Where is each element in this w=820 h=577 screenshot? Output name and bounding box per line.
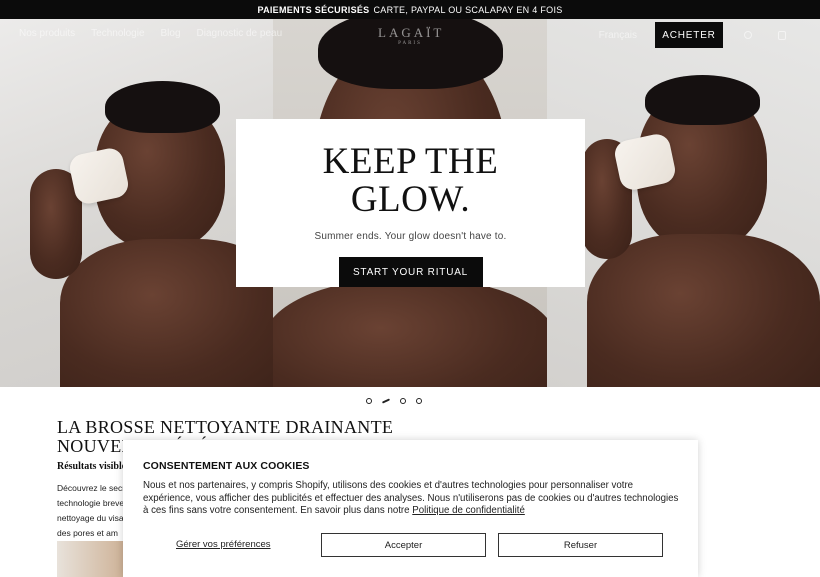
product-subtitle: Résultats visibles [57, 461, 131, 472]
buy-button[interactable]: ACHETER [655, 22, 723, 48]
hero-image-left [0, 19, 273, 387]
hero-subtitle: Summer ends. Your glow doesn't have to. [314, 231, 507, 242]
slider-dot-4[interactable] [416, 398, 422, 404]
start-ritual-button[interactable]: START YOUR RITUAL [338, 257, 483, 287]
cookie-body: Nous et nos partenaires, y compris Shopi… [143, 480, 679, 517]
slider-dots [366, 398, 422, 404]
nav-item-products[interactable]: Nos produits [19, 28, 75, 39]
hero-card: KEEP THE GLOW. Summer ends. Your glow do… [236, 119, 585, 287]
announcement-bold: PAIEMENTS SÉCURISÉS [257, 4, 370, 15]
slider-dot-3[interactable] [400, 398, 406, 404]
refuse-button[interactable]: Refuser [498, 533, 663, 557]
cart-icon[interactable] [778, 30, 786, 40]
cookie-text: Nous et nos partenaires, y compris Shopi… [143, 480, 683, 518]
announcement-text: CARTE, PAYPAL OU SCALAPAY EN 4 FOIS [373, 4, 563, 15]
nav-item-blog[interactable]: Blog [161, 28, 181, 39]
hero-title-line1: KEEP THE [322, 141, 499, 182]
manage-preferences-link[interactable]: Gérer vos préférences [176, 539, 271, 550]
hero-title-line2: GLOW. [350, 179, 471, 220]
cookie-consent-dialog: CONSENTEMENT AUX COOKIES Nous et nos par… [123, 440, 698, 577]
account-icon[interactable] [744, 31, 752, 39]
logo-sub: PARIS [398, 41, 422, 46]
brand-logo[interactable]: LAGAÏT PARIS [378, 25, 442, 46]
logo-main: LAGAÏT [378, 25, 445, 40]
nav-actions: Français ACHETER [599, 22, 806, 48]
language-selector[interactable]: Français [599, 30, 637, 41]
nav-item-technology[interactable]: Technologie [91, 28, 144, 39]
nav-menu: Nos produits Technologie Blog Diagnostic… [19, 28, 282, 39]
slider-dot-1[interactable] [366, 398, 372, 404]
slider-dot-2[interactable] [381, 398, 391, 404]
cookie-title: CONSENTEMENT AUX COOKIES [143, 460, 310, 472]
nav-item-diagnostic[interactable]: Diagnostic de peau [197, 28, 283, 39]
hero-title: KEEP THE GLOW. [323, 143, 499, 219]
accept-button[interactable]: Accepter [321, 533, 486, 557]
product-title-line1: LA BROSSE NETTOYANTE DRAINANTE [57, 417, 394, 437]
announcement-bar: PAIEMENTS SÉCURISÉS CARTE, PAYPAL OU SCA… [0, 0, 820, 19]
cookie-actions: Gérer vos préférences Accepter Refuser [143, 533, 683, 557]
main-navigation: Nos produits Technologie Blog Diagnostic… [0, 19, 820, 51]
privacy-policy-link[interactable]: Politique de confidentialité [412, 505, 525, 516]
hero-image-right [547, 19, 820, 387]
